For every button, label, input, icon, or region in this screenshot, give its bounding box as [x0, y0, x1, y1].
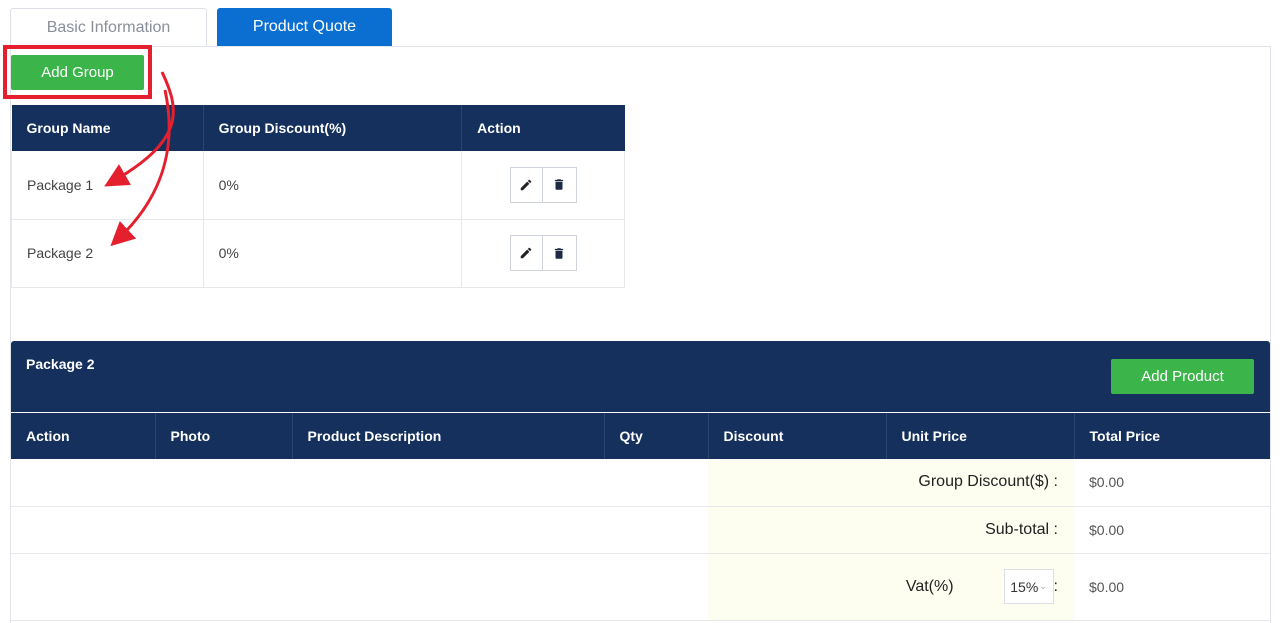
vat-label: Vat(%): [905, 577, 954, 595]
add-product-button[interactable]: Add Product: [1111, 359, 1254, 394]
column-header-unit-price: Unit Price: [885, 413, 1074, 459]
action-cell: [461, 151, 625, 220]
vat-cell: Vat(%) 15% ⌄ :: [708, 553, 1074, 621]
group-discount-cell: 0%: [202, 151, 462, 220]
column-header-product-description: Product Description: [291, 413, 604, 459]
group-name-cell: Package 1: [11, 151, 204, 220]
column-header-action: Action: [11, 413, 155, 459]
trash-icon: [554, 247, 564, 259]
chevron-down-icon: ⌄: [1039, 581, 1047, 591]
add-group-button[interactable]: Add Group: [11, 55, 144, 90]
subtotal-value: $0.00: [1074, 506, 1270, 554]
pencil-icon: [520, 247, 532, 259]
column-header-discount: Discount: [707, 413, 886, 459]
product-table: Action Photo Product Description Qty Dis…: [11, 413, 1270, 621]
trash-icon: [554, 179, 564, 190]
edit-button[interactable]: [509, 235, 543, 271]
summary-row-subtotal: Sub-total : $0.00: [11, 506, 1270, 554]
summary-spacer: [11, 459, 708, 507]
column-header-group-name: Group Name: [11, 105, 204, 151]
tab-basic-information[interactable]: Basic Information: [10, 8, 207, 46]
table-row: Package 2 0%: [11, 219, 625, 288]
package-title: Package 2: [26, 356, 95, 372]
column-header-group-discount: Group Discount(%): [202, 105, 462, 151]
vat-select[interactable]: 15% ⌄: [1003, 569, 1054, 604]
vat-colon: :: [1053, 577, 1058, 595]
summary-row-group-discount: Group Discount($) : $0.00: [11, 459, 1270, 507]
group-discount-cell: 0%: [202, 219, 462, 288]
pencil-icon: [520, 179, 532, 190]
delete-button[interactable]: [542, 235, 577, 271]
product-table-header: Action Photo Product Description Qty Dis…: [11, 413, 1270, 459]
group-name-cell: Package 2: [11, 219, 204, 288]
subtotal-label: Sub-total :: [708, 506, 1074, 554]
summary-spacer: [11, 553, 708, 621]
column-header-action: Action: [461, 105, 625, 151]
table-row: Package 1 0%: [11, 151, 625, 220]
summary-spacer: [11, 506, 708, 554]
edit-button[interactable]: [509, 166, 543, 203]
group-discount-label: Group Discount($) :: [708, 459, 1074, 507]
column-header-qty: Qty: [603, 413, 708, 459]
action-cell: [461, 219, 625, 288]
group-table: Group Name Group Discount(%) Action Pack…: [11, 105, 625, 288]
column-header-photo: Photo: [154, 413, 292, 459]
group-discount-value: $0.00: [1074, 459, 1270, 507]
delete-button[interactable]: [542, 166, 577, 203]
tab-product-quote[interactable]: Product Quote: [217, 8, 392, 46]
group-table-header: Group Name Group Discount(%) Action: [11, 105, 625, 151]
summary-row-vat: Vat(%) 15% ⌄ : $0.00: [11, 553, 1270, 621]
vat-selected-value: 15%: [1010, 578, 1039, 595]
product-quote-page: Basic Information Product Quote Add Grou…: [0, 0, 1281, 623]
column-header-total-price: Total Price: [1073, 413, 1270, 459]
package-header: Package 2 Add Product: [11, 341, 1270, 412]
vat-value: $0.00: [1074, 553, 1270, 621]
